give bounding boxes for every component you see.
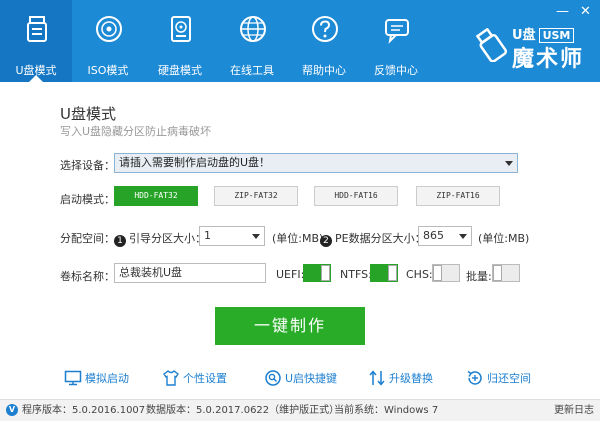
tool-label: 升级替换 bbox=[389, 372, 433, 385]
close-button[interactable]: ✕ bbox=[580, 4, 591, 19]
nav-label: 在线工具 bbox=[230, 64, 274, 77]
search-key-icon bbox=[265, 370, 281, 386]
device-select-value: 请插入需要制作启动盘的U盘！ bbox=[119, 156, 271, 169]
nav-label: 硬盘模式 bbox=[158, 64, 202, 77]
boot-size-value: 1 bbox=[204, 229, 211, 242]
mode-zip-fat16-button[interactable]: ZIP-FAT16 bbox=[416, 186, 500, 206]
tool-simulate-boot[interactable]: 模拟启动 bbox=[64, 369, 129, 387]
step-two-badge: 2 bbox=[320, 235, 332, 247]
boot-size-select[interactable]: 1 bbox=[199, 226, 265, 246]
nav-label: 反馈中心 bbox=[374, 64, 418, 77]
program-version: 程序版本：5.0.2016.1007 bbox=[22, 405, 146, 416]
device-label: 选择设备： bbox=[60, 159, 115, 172]
tool-label: 模拟启动 bbox=[85, 372, 129, 385]
help-icon bbox=[312, 16, 338, 42]
minimize-button[interactable]: — bbox=[556, 4, 569, 19]
pe-partition-text: PE数据分区大小： bbox=[335, 232, 426, 245]
data-version: 数据版本：5.0.2017.0622（维护版正式） bbox=[146, 405, 340, 416]
boot-mode-label: 启动模式： bbox=[60, 193, 115, 206]
pe-partition-label: 2 PE数据分区大小： bbox=[320, 230, 426, 247]
tool-label: 个性设置 bbox=[183, 372, 227, 385]
globe-icon bbox=[240, 16, 266, 42]
page-subtitle: 写入U盘隐藏分区防止病毒破坏 bbox=[60, 125, 212, 138]
toggle-knob bbox=[493, 265, 502, 281]
ntfs-toggle[interactable] bbox=[370, 264, 398, 282]
boot-unit: (单位:MB) bbox=[272, 232, 324, 245]
step-one-badge: 1 bbox=[114, 235, 126, 247]
partition-label: 分配空间： bbox=[60, 232, 115, 245]
brand-logo: U盘 USM 魔术师 bbox=[474, 24, 594, 72]
brand-mark-icon bbox=[475, 28, 508, 62]
tool-restore-space[interactable]: 归还空间 bbox=[466, 369, 531, 387]
batch-toggle[interactable] bbox=[492, 264, 520, 282]
disc-icon bbox=[96, 16, 122, 42]
usb-drive-icon bbox=[27, 16, 47, 42]
tool-label: U启快捷键 bbox=[285, 372, 338, 385]
mode-hdd-fat16-button[interactable]: HDD-FAT16 bbox=[314, 186, 398, 206]
nav-hdd-mode[interactable]: 硬盘模式 bbox=[144, 0, 216, 82]
uefi-toggle[interactable] bbox=[303, 264, 331, 282]
device-select[interactable]: 请插入需要制作启动盘的U盘！ bbox=[114, 153, 518, 173]
volume-label: 卷标名称： bbox=[60, 270, 115, 283]
uefi-label: UEFI: bbox=[276, 268, 305, 281]
status-bar: V 程序版本：5.0.2016.1007 数据版本：5.0.2017.0622（… bbox=[0, 399, 600, 421]
chs-toggle[interactable] bbox=[432, 264, 460, 282]
hard-disk-icon bbox=[171, 16, 191, 42]
chevron-down-icon bbox=[459, 234, 467, 239]
chs-label: CHS: bbox=[406, 268, 433, 281]
toggle-knob bbox=[388, 265, 397, 281]
nav-usb-mode[interactable]: U盘模式 bbox=[0, 0, 72, 82]
ntfs-label: NTFS: bbox=[340, 268, 372, 281]
restore-icon bbox=[467, 370, 482, 385]
nav-label: U盘模式 bbox=[15, 64, 57, 77]
brand-name: 魔术师 bbox=[512, 47, 585, 72]
update-log-link[interactable]: 更新日志 bbox=[554, 401, 594, 421]
nav-iso-mode[interactable]: ISO模式 bbox=[72, 0, 144, 82]
main-nav: U盘模式 ISO模式 硬盘模式 在线工具 帮助中心 反馈中心 bbox=[0, 0, 432, 82]
nav-label: 帮助中心 bbox=[302, 64, 346, 77]
nav-label: ISO模式 bbox=[87, 64, 129, 77]
nav-online-tools[interactable]: 在线工具 bbox=[216, 0, 288, 82]
mode-zip-fat32-button[interactable]: ZIP-FAT32 bbox=[214, 186, 298, 206]
mode-hdd-fat32-button[interactable]: HDD-FAT32 bbox=[114, 186, 198, 206]
pe-size-select[interactable]: 865 bbox=[418, 226, 472, 246]
nav-help-center[interactable]: 帮助中心 bbox=[288, 0, 360, 82]
one-click-make-button[interactable]: 一键制作 bbox=[215, 307, 365, 345]
toggle-knob bbox=[433, 265, 442, 281]
pe-size-value: 865 bbox=[423, 229, 444, 242]
chevron-down-icon bbox=[252, 234, 260, 239]
nav-feedback-center[interactable]: 反馈中心 bbox=[360, 0, 432, 82]
boot-partition-text: 引导分区大小： bbox=[129, 232, 206, 245]
tool-boot-hotkey[interactable]: U启快捷键 bbox=[264, 369, 337, 387]
version-icon: V bbox=[6, 404, 18, 416]
boot-partition-label: 1 引导分区大小： bbox=[114, 230, 206, 247]
upgrade-icon bbox=[369, 370, 385, 386]
volume-name-input[interactable]: 总裁装机U盘 bbox=[114, 263, 266, 283]
tool-personal-settings[interactable]: 个性设置 bbox=[162, 369, 227, 387]
monitor-icon bbox=[64, 370, 82, 386]
tool-label: 归还空间 bbox=[487, 372, 531, 385]
header-bar: U盘模式 ISO模式 硬盘模式 在线工具 帮助中心 反馈中心 — ✕ U盘 US… bbox=[0, 0, 600, 82]
page-title: U盘模式 bbox=[60, 105, 116, 123]
shirt-icon bbox=[163, 370, 179, 386]
toggle-knob bbox=[321, 265, 330, 281]
pe-unit: (单位:MB) bbox=[478, 232, 530, 245]
chevron-down-icon bbox=[505, 161, 513, 166]
feedback-icon bbox=[385, 19, 409, 44]
current-system: 当前系统：Windows 7 bbox=[334, 405, 439, 416]
tool-upgrade-replace[interactable]: 升级替换 bbox=[368, 369, 433, 387]
batch-label: 批量: bbox=[466, 270, 492, 283]
